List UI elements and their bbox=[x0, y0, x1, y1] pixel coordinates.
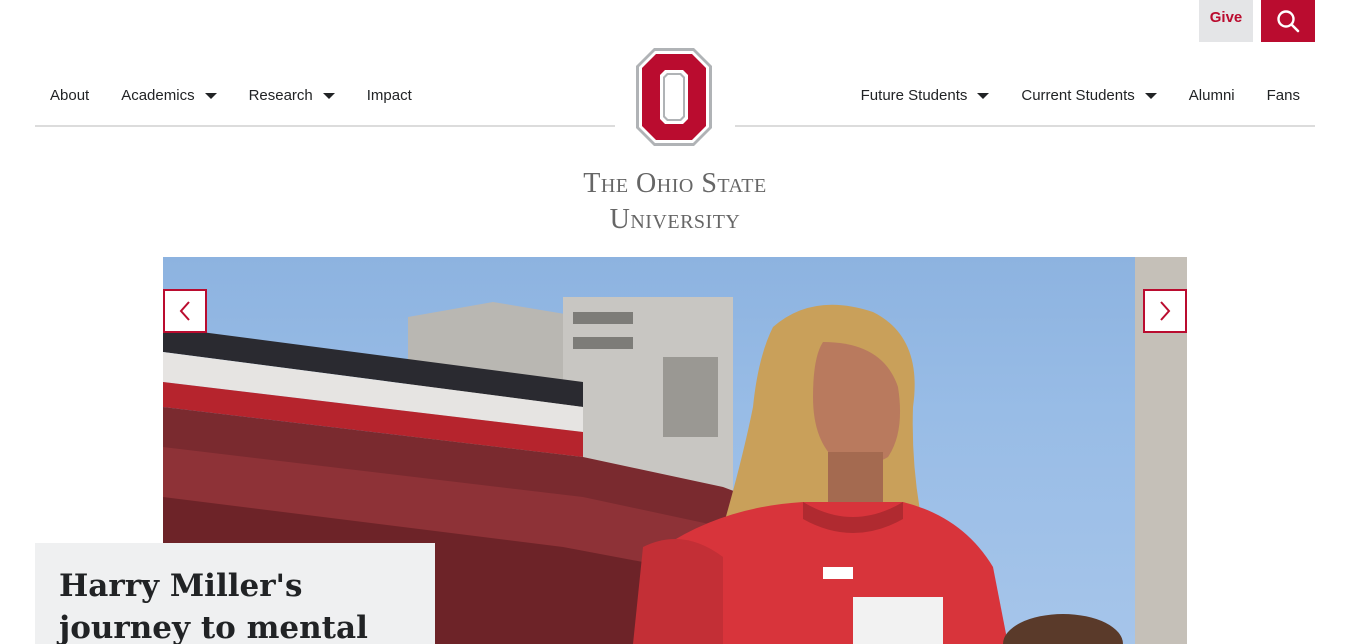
caret-down-icon bbox=[977, 92, 990, 99]
nav-divider-right bbox=[735, 125, 1315, 127]
chevron-left-icon bbox=[179, 301, 190, 321]
nav-fans-label: Fans bbox=[1266, 87, 1300, 104]
nav-future-students[interactable]: Future Students bbox=[861, 87, 990, 104]
nav-future-students-label: Future Students bbox=[860, 87, 968, 104]
give-button[interactable]: Give bbox=[1199, 0, 1253, 42]
nav-current-students-label: Current Students bbox=[1021, 87, 1135, 104]
nav-alumni[interactable]: Alumni bbox=[1189, 87, 1235, 104]
wordmark-line-1: The Ohio State bbox=[583, 168, 767, 199]
caret-down-icon bbox=[322, 92, 335, 99]
utility-bar: Give bbox=[1199, 0, 1315, 42]
nav-fans[interactable]: Fans bbox=[1267, 87, 1300, 104]
nav-about[interactable]: About bbox=[50, 87, 89, 104]
nav-alumni-label: Alumni bbox=[1188, 87, 1235, 104]
nav-academics-label: Academics bbox=[121, 87, 195, 104]
caret-down-icon bbox=[1144, 92, 1157, 99]
hero-caption-title[interactable]: Harry Miller's journey to mental bbox=[59, 565, 411, 644]
search-icon bbox=[1277, 10, 1300, 33]
main-nav-right: Future Students Current Students Alumni … bbox=[861, 87, 1300, 104]
wordmark-line-2: University bbox=[609, 204, 741, 235]
block-o-logo[interactable] bbox=[636, 48, 712, 146]
university-wordmark[interactable]: The Ohio State University bbox=[520, 166, 830, 238]
nav-research-label: Research bbox=[248, 87, 313, 104]
nav-academics[interactable]: Academics bbox=[121, 87, 217, 104]
carousel-next-button[interactable] bbox=[1143, 289, 1187, 333]
hero-caption-card[interactable]: Harry Miller's journey to mental bbox=[35, 543, 435, 644]
search-button[interactable] bbox=[1261, 0, 1315, 42]
chevron-right-icon bbox=[1160, 301, 1171, 321]
main-nav-left: About Academics Research Impact bbox=[50, 87, 444, 104]
nav-about-label: About bbox=[50, 87, 90, 104]
nav-impact-label: Impact bbox=[366, 87, 412, 104]
nav-current-students[interactable]: Current Students bbox=[1021, 87, 1157, 104]
carousel-prev-button[interactable] bbox=[163, 289, 207, 333]
nav-research[interactable]: Research bbox=[249, 87, 335, 104]
nav-divider-left bbox=[35, 125, 615, 127]
nav-impact[interactable]: Impact bbox=[367, 87, 412, 104]
block-o-icon bbox=[636, 48, 712, 146]
caret-down-icon bbox=[204, 92, 217, 99]
